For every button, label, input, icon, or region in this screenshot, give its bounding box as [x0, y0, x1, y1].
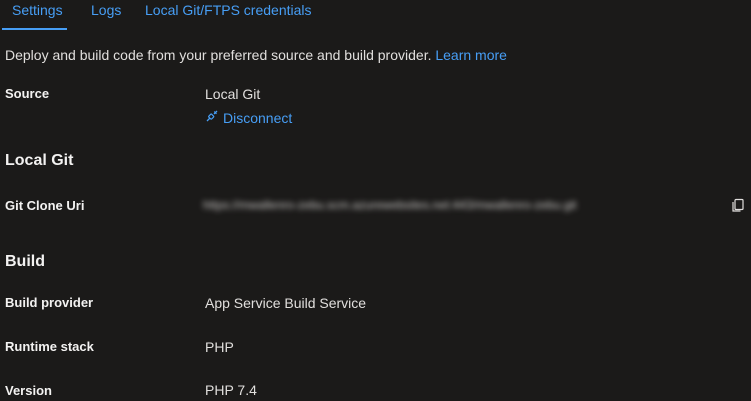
version-label: Version — [5, 383, 52, 398]
active-tab-indicator — [2, 28, 67, 30]
source-value: Local Git — [205, 86, 261, 102]
tab-settings[interactable]: Settings — [12, 2, 63, 18]
git-clone-uri-value: https://mwallenro-zebu.scm.azurewebsites… — [203, 198, 577, 212]
tab-bar: Settings Logs Local Git/FTPS credentials — [0, 0, 751, 32]
build-heading: Build — [5, 253, 45, 270]
runtime-stack-label: Runtime stack — [5, 339, 94, 354]
source-label: Source — [5, 86, 50, 101]
disconnect-label: Disconnect — [223, 109, 293, 126]
copy-icon[interactable] — [730, 197, 746, 213]
runtime-stack-value: PHP — [205, 339, 234, 355]
local-git-heading: Local Git — [5, 152, 74, 169]
intro-text: Deploy and build code from your preferre… — [5, 47, 507, 63]
plug-disconnect-icon — [205, 109, 219, 126]
build-provider-label: Build provider — [5, 295, 94, 310]
build-provider-value: App Service Build Service — [205, 295, 367, 311]
learn-more-link[interactable]: Learn more — [435, 47, 507, 63]
git-clone-uri-label: Git Clone Uri — [5, 198, 85, 213]
intro-description: Deploy and build code from your preferre… — [5, 47, 432, 63]
tab-local-git-ftps-credentials[interactable]: Local Git/FTPS credentials — [145, 2, 312, 18]
version-value: PHP 7.4 — [205, 382, 257, 398]
disconnect-button[interactable]: Disconnect — [205, 109, 292, 126]
tab-logs[interactable]: Logs — [91, 2, 121, 18]
